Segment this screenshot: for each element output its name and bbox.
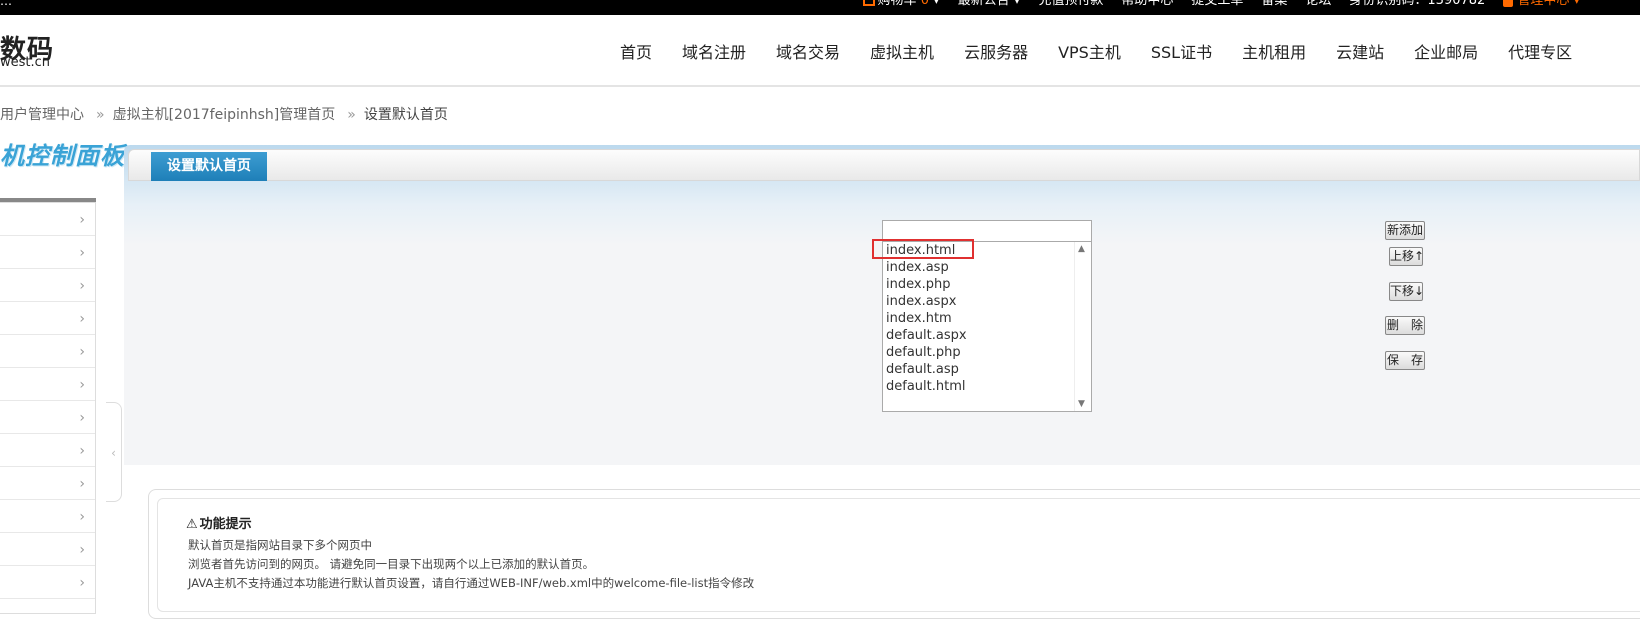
breadcrumb-separator: » (96, 107, 105, 123)
logo-domain: west.cn (0, 55, 51, 70)
sidebar-item[interactable]: › (0, 566, 95, 599)
beian-link[interactable]: 备案 (1261, 0, 1287, 9)
tab-set-default-page[interactable]: 设置默认首页 (151, 152, 267, 181)
breadcrumb: 用户管理中心 » 虚拟主机[2017feipinhsh]管理首页 » 设置默认首页 (0, 104, 448, 124)
sidebar-item[interactable]: › (0, 302, 95, 335)
nav-virtual-host[interactable]: 虚拟主机 (870, 39, 934, 63)
tips-box (148, 489, 1640, 619)
chevron-right-icon: › (79, 311, 85, 327)
chevron-right-icon: › (79, 278, 85, 294)
cart-count: 0 (920, 0, 929, 8)
sidebar-item[interactable]: › (0, 368, 95, 401)
list-option[interactable]: default.asp (883, 361, 1091, 378)
tips-line-3: JAVA主机不支持通过本功能进行默认首页设置，请自行通过WEB-INF/web.… (188, 576, 755, 590)
chevron-right-icon: › (79, 509, 85, 525)
tips-line-1: 默认首页是指网站目录下多个网页中 (188, 538, 372, 552)
list-option[interactable]: default.html (883, 378, 1091, 395)
nav-domain-register[interactable]: 域名注册 (682, 39, 746, 63)
listbox-scrollbar[interactable]: ▲ ▼ (1074, 242, 1091, 411)
id-code: 身份识别码：1390782 (1349, 0, 1486, 8)
chevron-right-icon: › (79, 245, 85, 261)
nav-home[interactable]: 首页 (620, 39, 652, 63)
tab-strip (128, 149, 1640, 181)
cart-icon (862, 0, 875, 6)
forum-link[interactable]: 论坛 (1305, 0, 1331, 9)
nav-ssl[interactable]: SSL证书 (1151, 39, 1212, 63)
ticket-link[interactable]: 提交工单 (1191, 0, 1243, 9)
cart-label: 购物车 (877, 0, 917, 8)
list-option[interactable]: index.htm (883, 310, 1091, 327)
breadcrumb-current: 设置默认首页 (363, 107, 448, 123)
move-up-button[interactable]: 上移↑ (1389, 247, 1424, 266)
tips-inner (157, 498, 1640, 612)
admin-center-link[interactable]: 管理中心 ▾ (1503, 0, 1580, 9)
chevron-right-icon: › (79, 575, 85, 591)
announcements-label: 最新公告 (957, 0, 1010, 8)
add-button[interactable]: 新添加 (1385, 221, 1425, 240)
nav-enterprise-mail[interactable]: 企业邮局 (1414, 39, 1478, 63)
sidebar-item[interactable]: › (0, 434, 95, 467)
sidebar-collapse-handle[interactable]: ‹ (106, 402, 122, 502)
save-button[interactable]: 保 存 (1385, 351, 1425, 370)
nav-agent[interactable]: 代理专区 (1508, 39, 1572, 63)
list-option[interactable]: index.asp (883, 259, 1091, 276)
tips-title-text: 功能提示 (199, 517, 252, 532)
sidebar-item[interactable]: › (0, 467, 95, 500)
delete-button[interactable]: 删 除 (1385, 316, 1425, 335)
scroll-up-icon[interactable]: ▲ (1078, 244, 1085, 254)
list-option[interactable]: index.aspx (883, 293, 1091, 310)
sidebar-item[interactable]: › (0, 203, 95, 236)
nav-vps[interactable]: VPS主机 (1058, 39, 1121, 63)
nav-domain-trade[interactable]: 域名交易 (776, 39, 840, 63)
chevron-right-icon: › (79, 542, 85, 558)
main-nav: 首页 域名注册 域名交易 虚拟主机 云服务器 VPS主机 SSL证书 主机租用 … (620, 39, 1602, 63)
chevron-right-icon: › (79, 443, 85, 459)
highlight-annotation (872, 239, 974, 259)
sidebar-item[interactable]: › (0, 500, 95, 533)
user-icon (1503, 0, 1514, 7)
chevron-right-icon: › (79, 410, 85, 426)
breadcrumb-user-center[interactable]: 用户管理中心 (0, 107, 84, 123)
breadcrumb-separator: » (347, 107, 356, 123)
recharge-link[interactable]: 充值预付款 (1038, 0, 1103, 9)
sidebar-item[interactable]: › (0, 236, 95, 269)
scroll-down-icon[interactable]: ▼ (1078, 399, 1085, 409)
sidebar-title: 机控制面板 (0, 142, 125, 170)
nav-site-builder[interactable]: 云建站 (1336, 39, 1384, 63)
admin-center-label: 管理中心 (1517, 0, 1570, 8)
tips-line-2: 浏览者首先访问到的网页。 请避免同一目录下出现两个以上已添加的默认首页。 (188, 557, 595, 571)
site-header: 数码 west.cn 首页 域名注册 域名交易 虚拟主机 云服务器 VPS主机 … (0, 15, 1640, 87)
list-option[interactable]: index.php (883, 276, 1091, 293)
breadcrumb-host-home[interactable]: 虚拟主机[2017feipinhsh]管理首页 (113, 107, 336, 123)
list-option[interactable]: default.aspx (883, 327, 1091, 344)
chevron-right-icon: › (79, 377, 85, 393)
warning-icon: ⚠ (186, 517, 198, 532)
cart-link[interactable]: 购物车 0 ▾ (862, 0, 940, 9)
sidebar-item[interactable]: › (0, 533, 95, 566)
top-bar-left-text: … (0, 0, 12, 8)
top-bar: … 购物车 0 ▾ 最新公告 ▾ 充值预付款 帮助中心 提交工单 备案 论坛 身… (0, 0, 1640, 15)
help-link[interactable]: 帮助中心 (1121, 0, 1173, 9)
nav-host-rental[interactable]: 主机租用 (1242, 39, 1306, 63)
move-down-button[interactable]: 下移↓ (1389, 282, 1424, 301)
chevron-right-icon: › (79, 344, 85, 360)
sidebar-item[interactable]: › (0, 401, 95, 434)
list-option[interactable]: default.php (883, 344, 1091, 361)
default-page-listbox[interactable]: index.html index.asp index.php index.asp… (882, 241, 1092, 412)
tips-title: ⚠ 功能提示 (186, 513, 252, 532)
chevron-right-icon: › (79, 212, 85, 228)
sidebar-item[interactable]: › (0, 335, 95, 368)
nav-cloud-server[interactable]: 云服务器 (964, 39, 1028, 63)
top-links: 购物车 0 ▾ 最新公告 ▾ 充值预付款 帮助中心 提交工单 备案 论坛 身份识… (862, 0, 1580, 9)
sidebar-item[interactable]: › (0, 269, 95, 302)
announcements-link[interactable]: 最新公告 ▾ (958, 0, 1021, 9)
sidebar-menu: › › › › › › › › › › › › (0, 202, 96, 614)
chevron-right-icon: › (79, 476, 85, 492)
